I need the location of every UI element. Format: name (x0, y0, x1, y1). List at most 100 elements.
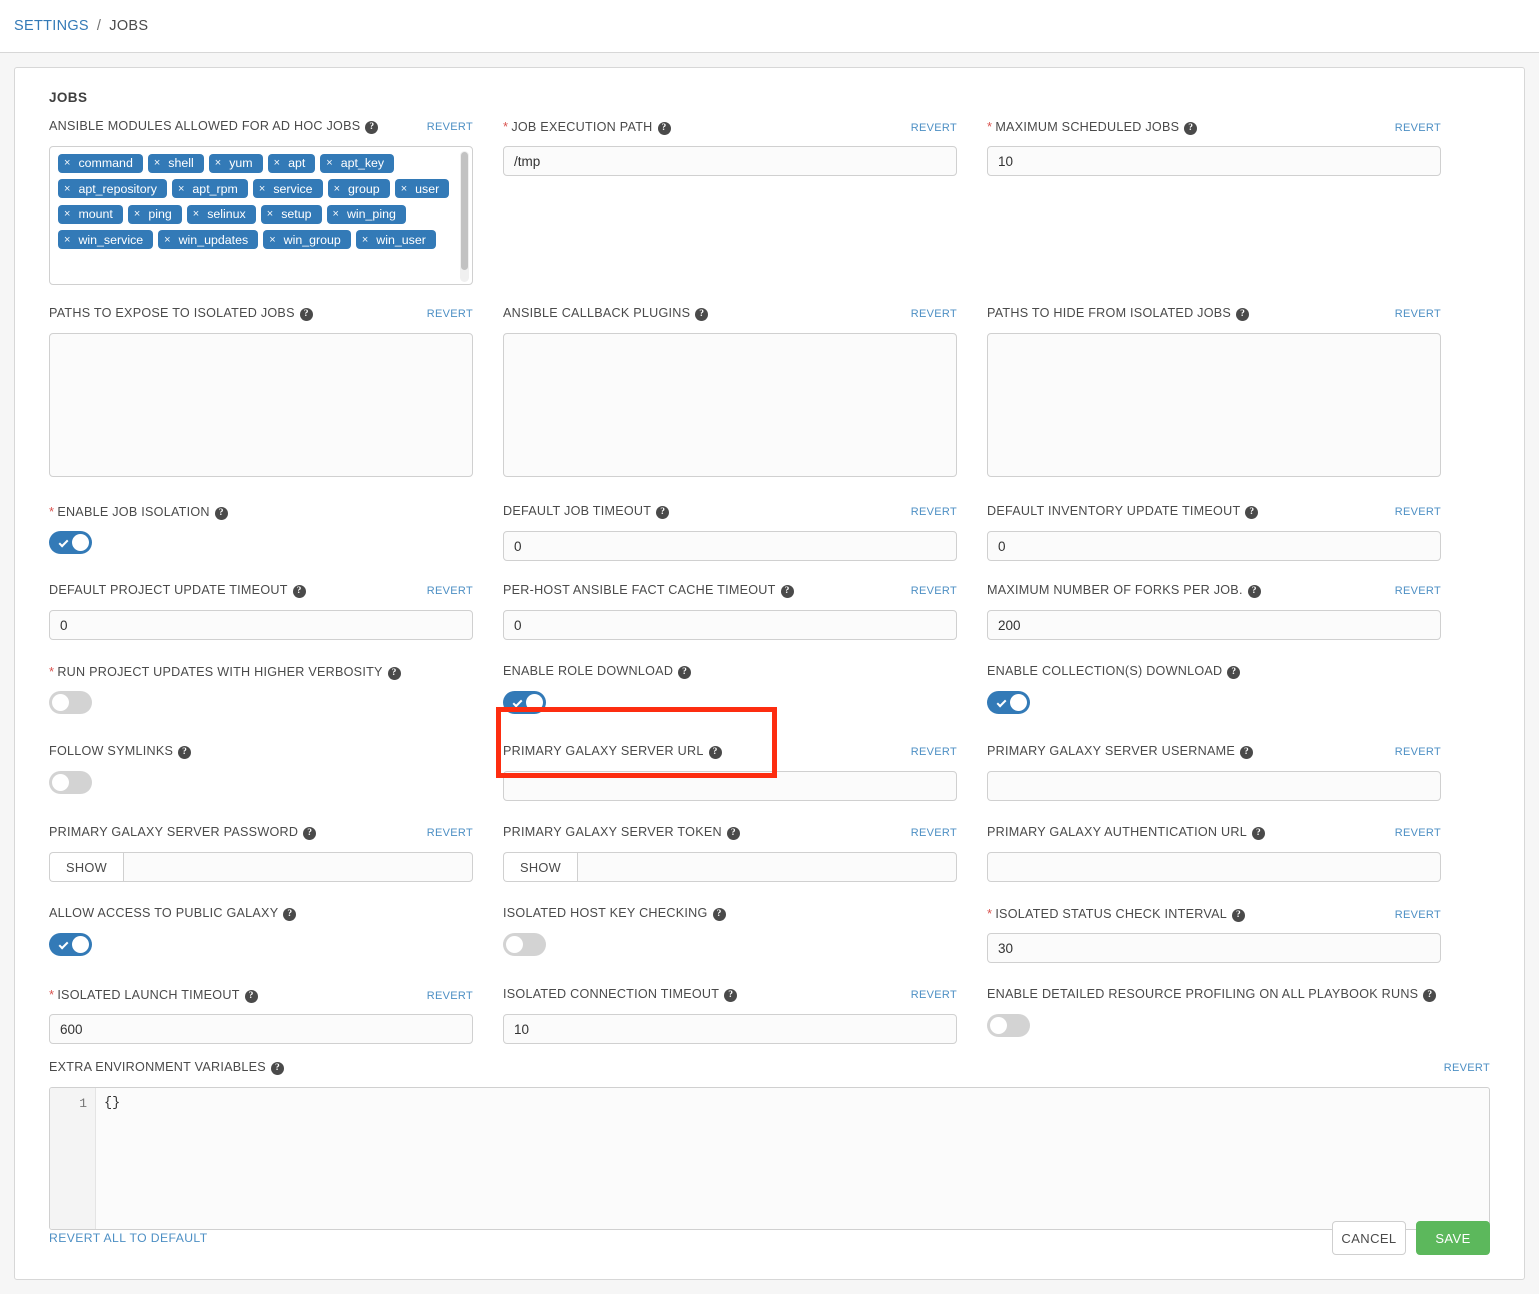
enable-job-isolation-toggle[interactable] (49, 531, 92, 554)
default-inventory-update-timeout-input[interactable] (987, 531, 1441, 561)
module-tag[interactable]: × yum (208, 153, 263, 173)
run-project-updates-verbosity-toggle[interactable] (49, 691, 92, 714)
module-tag[interactable]: × win_group (263, 230, 351, 249)
isolated-host-key-checking-toggle[interactable] (503, 933, 546, 956)
isolated-launch-timeout-input[interactable] (49, 1014, 473, 1044)
module-tag[interactable]: × win_service (58, 230, 154, 249)
revert-per-host-fact-cache-timeout[interactable]: REVERT (911, 585, 957, 597)
help-icon[interactable]: ? (178, 746, 192, 759)
enable-collections-download-toggle[interactable] (987, 691, 1030, 714)
help-icon[interactable]: ? (1231, 909, 1245, 922)
help-icon[interactable]: ? (244, 990, 258, 1003)
module-tag[interactable]: × user (394, 179, 450, 198)
tagbox-scrollbar[interactable] (460, 151, 469, 282)
help-icon[interactable]: ? (387, 667, 401, 680)
help-icon[interactable]: ? (270, 1062, 284, 1075)
help-icon[interactable]: ? (292, 585, 306, 598)
help-icon[interactable]: ? (214, 507, 228, 520)
follow-symlinks-toggle[interactable] (49, 771, 92, 794)
help-icon[interactable]: ? (695, 308, 709, 321)
primary-galaxy-server-username-input[interactable] (987, 771, 1441, 801)
module-tag[interactable]: × win_ping (326, 204, 406, 224)
module-tag[interactable]: × setup (260, 204, 322, 224)
maximum-forks-per-job-input[interactable] (987, 610, 1441, 640)
module-tag[interactable]: × shell (147, 153, 204, 173)
revert-ansible-callback-plugins[interactable]: REVERT (911, 308, 957, 320)
revert-primary-galaxy-server-url[interactable]: REVERT (911, 746, 957, 758)
show-password-button[interactable]: SHOW (49, 852, 123, 882)
allow-access-public-galaxy-toggle[interactable] (49, 933, 92, 956)
help-icon[interactable]: ? (780, 585, 794, 598)
remove-tag-icon[interactable]: × (64, 208, 70, 220)
module-tag[interactable]: × selinux (186, 204, 256, 224)
breadcrumb-settings-link[interactable]: SETTINGS (14, 18, 89, 34)
enable-role-download-toggle[interactable] (503, 691, 546, 714)
module-tag[interactable]: × ping (127, 204, 182, 224)
revert-job-execution-path[interactable]: REVERT (911, 122, 957, 134)
help-icon[interactable]: ? (283, 908, 297, 921)
help-icon[interactable]: ? (708, 746, 722, 759)
help-icon[interactable]: ? (712, 908, 726, 921)
isolated-status-check-interval-input[interactable] (987, 933, 1441, 963)
module-tag[interactable]: × win_updates (158, 230, 259, 249)
ansible-callback-plugins-textarea[interactable] (503, 333, 957, 477)
help-icon[interactable]: ? (1423, 989, 1437, 1002)
revert-isolated-status-check-interval[interactable]: REVERT (1395, 909, 1441, 921)
help-icon[interactable]: ? (1227, 666, 1241, 679)
maximum-scheduled-jobs-input[interactable] (987, 146, 1441, 176)
remove-tag-icon[interactable]: × (193, 208, 199, 220)
remove-tag-icon[interactable]: × (401, 183, 407, 195)
module-tag[interactable]: × service (252, 179, 323, 198)
module-tag[interactable]: × group (327, 179, 390, 198)
job-execution-path-input[interactable] (503, 146, 957, 176)
revert-default-job-timeout[interactable]: REVERT (911, 506, 957, 518)
revert-extra-environment-variables[interactable]: REVERT (1444, 1062, 1490, 1074)
remove-tag-icon[interactable]: × (269, 234, 275, 246)
isolated-connection-timeout-input[interactable] (503, 1014, 957, 1044)
revert-primary-galaxy-auth-url[interactable]: REVERT (1395, 827, 1441, 839)
help-icon[interactable]: ? (678, 666, 692, 679)
help-icon[interactable]: ? (1245, 506, 1259, 519)
remove-tag-icon[interactable]: × (64, 183, 70, 195)
revert-primary-galaxy-server-username[interactable]: REVERT (1395, 746, 1441, 758)
help-icon[interactable]: ? (726, 827, 740, 840)
module-tag[interactable]: × mount (58, 204, 123, 224)
revert-default-inventory-update-timeout[interactable]: REVERT (1395, 506, 1441, 518)
help-icon[interactable]: ? (1240, 746, 1254, 759)
revert-paths-hide-isolated[interactable]: REVERT (1395, 308, 1441, 320)
module-tag[interactable]: × command (58, 153, 143, 173)
default-project-update-timeout-input[interactable] (49, 610, 473, 640)
revert-maximum-scheduled-jobs[interactable]: REVERT (1395, 122, 1441, 134)
module-tag[interactable]: × apt (267, 153, 316, 173)
revert-isolated-launch-timeout[interactable]: REVERT (427, 990, 473, 1002)
show-token-button[interactable]: SHOW (503, 852, 577, 882)
remove-tag-icon[interactable]: × (154, 157, 160, 169)
enable-detailed-resource-profiling-toggle[interactable] (987, 1014, 1030, 1037)
revert-primary-galaxy-server-password[interactable]: REVERT (427, 827, 473, 839)
help-icon[interactable]: ? (303, 827, 317, 840)
remove-tag-icon[interactable]: × (362, 234, 368, 246)
module-tag[interactable]: × apt_repository (58, 179, 167, 198)
revert-paths-expose-isolated[interactable]: REVERT (427, 308, 473, 320)
ansible-modules-tagbox[interactable]: × command × shell × yum × apt × apt_key × apt_repos… (49, 146, 473, 285)
remove-tag-icon[interactable]: × (274, 157, 280, 169)
paths-hide-isolated-textarea[interactable] (987, 333, 1441, 477)
help-icon[interactable]: ? (1236, 308, 1250, 321)
primary-galaxy-server-token-input[interactable] (577, 852, 957, 882)
remove-tag-icon[interactable]: × (178, 183, 184, 195)
per-host-fact-cache-timeout-input[interactable] (503, 610, 957, 640)
paths-expose-isolated-textarea[interactable] (49, 333, 473, 477)
help-icon[interactable]: ? (365, 121, 379, 134)
remove-tag-icon[interactable]: × (215, 157, 221, 169)
revert-maximum-forks-per-job[interactable]: REVERT (1395, 585, 1441, 597)
remove-tag-icon[interactable]: × (64, 157, 70, 169)
help-icon[interactable]: ? (299, 308, 313, 321)
cancel-button[interactable]: CANCEL (1332, 1221, 1406, 1255)
remove-tag-icon[interactable]: × (334, 183, 340, 195)
remove-tag-icon[interactable]: × (259, 183, 265, 195)
revert-primary-galaxy-server-token[interactable]: REVERT (911, 827, 957, 839)
remove-tag-icon[interactable]: × (326, 157, 332, 169)
help-icon[interactable]: ? (656, 506, 670, 519)
module-tag[interactable]: × apt_rpm (171, 179, 248, 198)
primary-galaxy-auth-url-input[interactable] (987, 852, 1441, 882)
